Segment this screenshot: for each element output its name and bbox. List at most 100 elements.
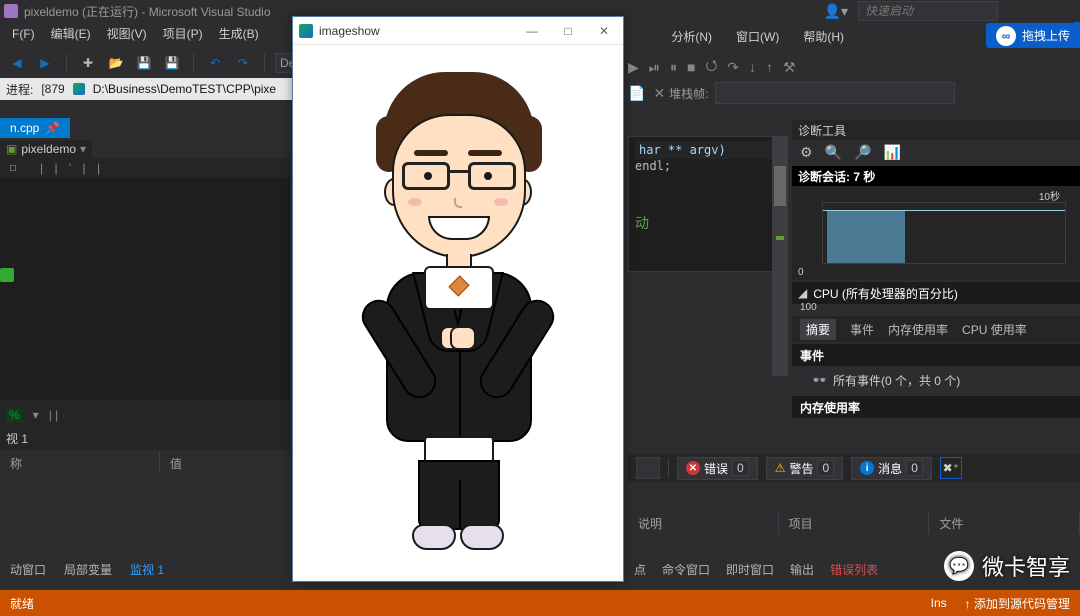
popup-title-text: imageshow	[319, 24, 380, 38]
warnings-label: 警告	[789, 460, 813, 477]
errcol-description[interactable]: 说明	[628, 512, 779, 534]
diagnostic-memory-chart[interactable]: 10秒 0	[792, 186, 1080, 280]
shuffle-icon[interactable]: ✕	[653, 85, 665, 102]
menu-view[interactable]: 视图(V)	[99, 22, 155, 46]
gear-icon[interactable]: ⚙	[800, 144, 813, 161]
close-button[interactable]: ✕	[591, 24, 617, 38]
warnings-chip[interactable]: ⚠ 警告 0	[766, 457, 843, 480]
chart-xtick-10s: 10秒	[1039, 188, 1060, 203]
editor-tab-label: n.cpp	[10, 121, 39, 135]
process-pid: [879	[41, 82, 64, 96]
breadcrumb[interactable]: ▣ pixeldemo ▾	[0, 140, 92, 158]
status-add-source-control[interactable]: ↑ 添加到源代码管理	[965, 595, 1070, 612]
menu-file[interactable]: F(F)	[4, 22, 43, 46]
redo-icon[interactable]: ↷	[232, 52, 254, 74]
quick-launch-input[interactable]	[858, 1, 998, 21]
breakpoint-marker-icon[interactable]	[0, 268, 14, 282]
stop-icon[interactable]: ■	[687, 59, 695, 75]
nav-fwd-icon[interactable]: ▶	[34, 52, 56, 74]
menu-help[interactable]: 帮助(H)	[797, 28, 850, 45]
image-popup-window[interactable]: imageshow — □ ✕	[292, 16, 624, 582]
diag-memory-header: 内存使用率	[792, 396, 1080, 418]
errorlist-scope-dropdown[interactable]	[636, 457, 660, 479]
timeline-tick: | |	[49, 408, 59, 422]
process-exe-icon	[73, 83, 85, 95]
toolbar-separator	[668, 459, 669, 477]
tab-breakpoints[interactable]: 点	[630, 561, 650, 578]
undo-icon[interactable]: ↶	[204, 52, 226, 74]
popup-body	[293, 45, 623, 581]
tab-locals[interactable]: 局部变量	[60, 561, 116, 578]
continue-icon[interactable]: ⏯	[649, 59, 660, 76]
stack-frame-dropdown[interactable]	[715, 82, 955, 104]
editor-scrollbar[interactable]	[772, 136, 788, 376]
filter-button[interactable]: ✖⁺	[940, 457, 962, 479]
tab-auto-window[interactable]: 动窗口	[6, 561, 50, 578]
status-ins[interactable]: Ins	[931, 596, 947, 610]
account-icon[interactable]: 👤▾	[824, 3, 848, 20]
editor-tab-active[interactable]: n.cpp 📌	[0, 118, 71, 138]
play-icon[interactable]: ▶	[628, 59, 639, 76]
new-file-icon[interactable]: ✚	[77, 52, 99, 74]
timeline-dropdown-icon[interactable]: ▾	[33, 408, 39, 422]
tab-command[interactable]: 命令窗口	[658, 561, 714, 578]
errcol-project[interactable]: 项目	[779, 512, 930, 534]
watch-col-name[interactable]: 称	[0, 452, 160, 472]
debug-toolbar: ▶ ⏯ ⏸ ■ ⭯ ↷ ↓ ↑ ⚒	[628, 52, 1000, 82]
menu-window[interactable]: 窗口(W)	[730, 28, 785, 45]
menu-project[interactable]: 项目(P)	[155, 22, 211, 46]
popup-titlebar[interactable]: imageshow — □ ✕	[293, 17, 623, 45]
open-file-icon[interactable]: 📂	[105, 52, 127, 74]
maximize-button[interactable]: □	[555, 24, 581, 38]
tab-error-list[interactable]: 错误列表	[826, 561, 882, 578]
step-out-icon[interactable]: ↑	[766, 59, 773, 75]
step-into-icon[interactable]: ↓	[749, 59, 756, 75]
debug-tools-icon[interactable]: ⚒	[783, 59, 796, 76]
step-over-icon[interactable]: ↷	[727, 59, 739, 76]
zoom-in-icon[interactable]: 🔍	[825, 144, 842, 161]
breadcrumb-project: pixeldemo	[21, 142, 76, 156]
messages-chip[interactable]: i 消息 0	[851, 457, 932, 480]
pin-icon[interactable]: 📌	[45, 121, 60, 135]
diagnostic-session-label: 诊断会话: 7 秒	[798, 168, 875, 185]
process-label: 进程:	[6, 81, 33, 98]
editor-body-left[interactable]	[0, 178, 290, 410]
errors-chip[interactable]: ✕ 错误 0	[677, 457, 758, 480]
cpu-100-label: 100	[800, 302, 817, 313]
errcol-file[interactable]: 文件	[929, 512, 1080, 534]
chevron-down-icon: ▾	[80, 142, 86, 156]
tab-watch1[interactable]: 监视 1	[126, 561, 168, 578]
cpu-chart-icon[interactable]: 📊	[883, 144, 900, 161]
cpu-section-header[interactable]: ◢ CPU (所有处理器的百分比)	[792, 282, 1080, 304]
dtab-summary[interactable]: 摘要	[800, 319, 836, 340]
stack-frame-row: 📄 ✕ 堆栈帧:	[628, 82, 955, 104]
break-icon[interactable]: ⏸	[670, 59, 677, 76]
dtab-cpu[interactable]: CPU 使用率	[962, 321, 1027, 338]
collapse-icon[interactable]: ◢	[798, 286, 807, 300]
nav-back-icon[interactable]: ◀	[6, 52, 28, 74]
menu-analyze[interactable]: 分析(N)	[665, 28, 718, 45]
editor-body-right[interactable]: har ** argv) endl; 动	[628, 136, 788, 272]
diag-events-row[interactable]: 👓 所有事件(0 个，共 0 个)	[792, 368, 1080, 392]
save-all-icon[interactable]: 💾	[161, 52, 183, 74]
thread-icon[interactable]: 📄	[628, 85, 645, 102]
dtab-events[interactable]: 事件	[850, 321, 874, 338]
tab-output[interactable]: 输出	[786, 561, 818, 578]
toolbar-separator	[193, 54, 194, 72]
save-icon[interactable]: 💾	[133, 52, 155, 74]
dtab-memory[interactable]: 内存使用率	[888, 321, 948, 338]
messages-count: 0	[906, 460, 923, 476]
menu-build[interactable]: 生成(B)	[211, 22, 267, 46]
diag-memory-header-text: 内存使用率	[800, 399, 860, 416]
toolbar-separator	[264, 54, 265, 72]
diagnostic-title-text: 诊断工具	[798, 122, 846, 139]
minimize-button[interactable]: —	[519, 24, 545, 38]
zoom-percent[interactable]: %	[6, 408, 23, 422]
zoom-out-icon[interactable]: 🔎	[854, 144, 871, 161]
scroll-thumb[interactable]	[774, 166, 786, 206]
menu-edit[interactable]: 编辑(E)	[43, 22, 99, 46]
tab-immediate[interactable]: 即时窗口	[722, 561, 778, 578]
warnings-count: 0	[817, 460, 834, 476]
restart-icon[interactable]: ⭯	[705, 55, 717, 79]
toolbar-separator	[66, 54, 67, 72]
